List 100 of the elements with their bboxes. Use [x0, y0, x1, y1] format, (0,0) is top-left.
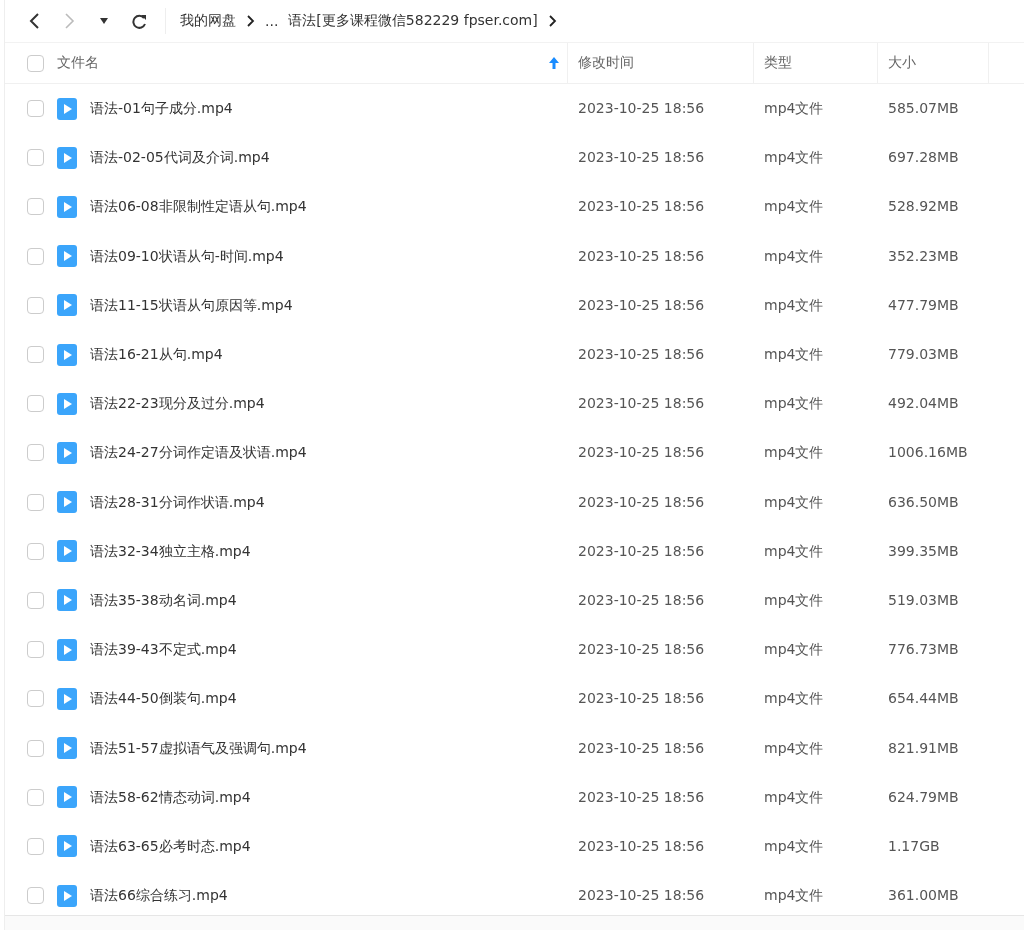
file-name[interactable]: 语法06-08非限制性定语从句.mp4	[90, 198, 307, 216]
video-file-icon	[57, 638, 77, 661]
modified-time: 2023-10-25 18:56	[578, 788, 705, 806]
file-name[interactable]: 语法35-38动名词.mp4	[90, 591, 237, 609]
video-file-icon	[57, 146, 77, 169]
file-size: 399.35MB	[888, 542, 959, 560]
checkbox[interactable]	[26, 296, 44, 314]
checkbox[interactable]	[26, 346, 44, 364]
video-file-icon	[57, 97, 77, 120]
file-name[interactable]: 语法39-43不定式.mp4	[90, 641, 237, 659]
checkbox[interactable]	[26, 395, 44, 413]
file-name[interactable]: 语法28-31分词作状语.mp4	[90, 493, 265, 511]
checkbox[interactable]	[26, 837, 44, 855]
checkbox[interactable]	[26, 493, 44, 511]
file-name[interactable]: 语法22-23现分及过分.mp4	[90, 395, 265, 413]
file-type: mp4文件	[764, 887, 824, 905]
modified-time: 2023-10-25 18:56	[578, 149, 705, 167]
checkbox[interactable]	[26, 641, 44, 659]
video-file-icon	[57, 737, 77, 760]
file-type: mp4文件	[764, 149, 824, 167]
file-size: 519.03MB	[888, 591, 959, 609]
chevron-icon[interactable]	[547, 14, 557, 28]
file-size: 477.79MB	[888, 296, 959, 314]
file-type: mp4文件	[764, 837, 824, 855]
modified-time: 2023-10-25 18:56	[578, 296, 705, 314]
file-name[interactable]: 语法63-65必考时态.mp4	[90, 837, 251, 855]
file-type: mp4文件	[764, 346, 824, 364]
video-file-icon	[57, 589, 77, 612]
video-file-icon	[57, 245, 77, 268]
file-name[interactable]: 语法58-62情态动词.mp4	[90, 788, 251, 806]
column-header[interactable]: 大小	[878, 43, 989, 83]
file-name[interactable]: 语法09-10状语从句-时间.mp4	[90, 247, 284, 265]
column-header[interactable]: 修改时间	[568, 43, 754, 83]
file-size: 636.50MB	[888, 493, 959, 511]
file-size: 776.73MB	[888, 641, 959, 659]
select-all-checkbox[interactable]	[26, 54, 44, 72]
file-type: mp4文件	[764, 641, 824, 659]
file-type: mp4文件	[764, 788, 824, 806]
video-file-icon	[57, 343, 77, 366]
video-file-icon	[57, 835, 77, 858]
file-name[interactable]: 语法66综合练习.mp4	[90, 887, 228, 905]
checkbox[interactable]	[26, 591, 44, 609]
file-type: mp4文件	[764, 542, 824, 560]
file-type: mp4文件	[764, 690, 824, 708]
file-type: mp4文件	[764, 296, 824, 314]
checkbox[interactable]	[26, 690, 44, 708]
checkbox[interactable]	[26, 542, 44, 560]
video-file-icon	[57, 884, 77, 907]
file-name[interactable]: 语法24-27分词作定语及状语.mp4	[90, 444, 307, 462]
chevron-icon[interactable]	[246, 14, 255, 28]
file-size: 528.92MB	[888, 198, 959, 216]
file-name[interactable]: 语法32-34独立主格.mp4	[90, 542, 251, 560]
sort-arrow-icon	[549, 57, 559, 69]
video-file-icon	[57, 392, 77, 415]
file-name[interactable]: 语法51-57虚拟语气及强调句.mp4	[90, 739, 307, 757]
file-name[interactable]: 语法-02-05代词及介词.mp4	[90, 149, 270, 167]
checkbox[interactable]	[26, 247, 44, 265]
file-size: 492.04MB	[888, 395, 959, 413]
file-name[interactable]: 语法16-21从句.mp4	[90, 346, 223, 364]
file-name[interactable]: 语法44-50倒装句.mp4	[90, 690, 237, 708]
checkbox[interactable]	[26, 149, 44, 167]
checkbox[interactable]	[26, 198, 44, 216]
video-file-icon	[57, 294, 77, 317]
file-name[interactable]: 语法11-15状语从句原因等.mp4	[90, 296, 293, 314]
file-type: mp4文件	[764, 739, 824, 757]
modified-time: 2023-10-25 18:56	[578, 641, 705, 659]
breadcrumb-item[interactable]: ...	[265, 13, 279, 29]
modified-time: 2023-10-25 18:56	[578, 690, 705, 708]
file-type: mp4文件	[764, 591, 824, 609]
video-file-icon	[57, 441, 77, 464]
video-file-icon	[57, 687, 77, 710]
modified-time: 2023-10-25 18:56	[578, 493, 705, 511]
checkbox[interactable]	[26, 100, 44, 118]
video-file-icon	[57, 491, 77, 514]
file-size: 697.28MB	[888, 149, 959, 167]
checkbox[interactable]	[26, 887, 44, 905]
modified-time: 2023-10-25 18:56	[578, 346, 705, 364]
video-file-icon	[57, 195, 77, 218]
forward-icon[interactable]	[63, 11, 77, 31]
back-icon[interactable]	[27, 11, 41, 31]
checkbox[interactable]	[26, 739, 44, 757]
breadcrumb-item[interactable]: 语法[更多课程微信582229 fpser.com]	[288, 12, 538, 30]
breadcrumb-item[interactable]: 我的网盘	[180, 12, 236, 30]
column-header[interactable]: 类型	[754, 43, 878, 83]
checkbox[interactable]	[26, 444, 44, 462]
checkbox[interactable]	[26, 788, 44, 806]
modified-time: 2023-10-25 18:56	[578, 542, 705, 560]
dropdown-icon[interactable]	[99, 17, 109, 25]
modified-time: 2023-10-25 18:56	[578, 198, 705, 216]
modified-time: 2023-10-25 18:56	[578, 739, 705, 757]
modified-time: 2023-10-25 18:56	[578, 887, 705, 905]
column-header[interactable]: 文件名	[57, 43, 568, 83]
modified-time: 2023-10-25 18:56	[578, 100, 705, 118]
file-type: mp4文件	[764, 100, 824, 118]
file-type: mp4文件	[764, 493, 824, 511]
file-type: mp4文件	[764, 444, 824, 462]
modified-time: 2023-10-25 18:56	[578, 591, 705, 609]
file-name[interactable]: 语法-01句子成分.mp4	[90, 100, 233, 118]
refresh-icon[interactable]	[131, 13, 147, 29]
video-file-icon	[57, 540, 77, 563]
